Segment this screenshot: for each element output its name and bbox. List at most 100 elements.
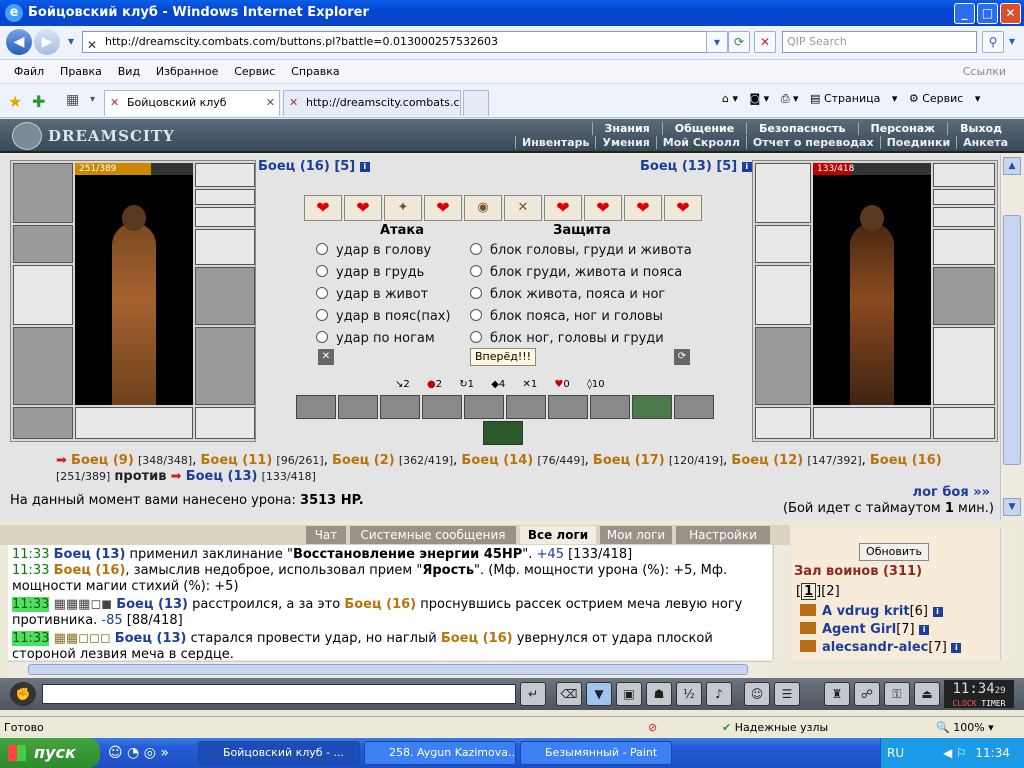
refresh-battle-icon[interactable]: ⟳	[674, 349, 690, 365]
radio-icon[interactable]	[316, 309, 328, 321]
menu-help[interactable]: Справка	[285, 60, 345, 84]
page-scrollbar[interactable]: ▲ ▼	[1000, 155, 1024, 520]
tab-my-logs[interactable]: Мои логи	[600, 526, 672, 544]
music-icon[interactable]: ♪	[706, 682, 732, 706]
print-icon[interactable]: ⎙ ▾	[781, 92, 799, 105]
info-icon[interactable]: i	[919, 624, 930, 635]
group-icon[interactable]: ☰	[774, 682, 800, 706]
opponent-name[interactable]: Боец (2)	[332, 453, 395, 468]
log-enemy[interactable]: Боец (16)	[441, 631, 513, 646]
log-user[interactable]: Боец (13)	[115, 631, 187, 646]
tray-icons[interactable]: ◀ ⚐	[943, 738, 967, 768]
chat-input[interactable]	[42, 684, 516, 704]
menu-tools[interactable]: Сервис	[228, 60, 281, 84]
target-name[interactable]: Боец (13)	[186, 469, 258, 484]
close-button[interactable]: ✕	[1000, 3, 1021, 24]
menu-edit[interactable]: Правка	[54, 60, 108, 84]
eraser-icon[interactable]: ⌫	[556, 682, 582, 706]
attack-head[interactable]: удар в голову	[316, 243, 431, 258]
page-menu[interactable]: ▤ Страница ▾	[810, 92, 897, 105]
nav-skills[interactable]: Умения	[595, 136, 655, 149]
nav-transfers[interactable]: Отчет о переводах	[745, 136, 880, 149]
tab-settings[interactable]: Настройки	[676, 526, 770, 544]
boots-slot[interactable]	[933, 407, 995, 439]
quick-tabs-icon[interactable]: ▦	[66, 92, 79, 108]
log-user[interactable]: Боец (13)	[116, 597, 188, 612]
task-aygun[interactable]: 258. Aygun Kazimova...	[364, 741, 516, 765]
refresh-button[interactable]: Обновить	[859, 543, 929, 561]
radio-icon[interactable]	[316, 265, 328, 277]
nav-knowledge[interactable]: Знания	[591, 122, 662, 135]
scroll-slots[interactable]	[813, 407, 931, 439]
rings-slot[interactable]	[933, 207, 995, 227]
nav-communication[interactable]: Общение	[661, 122, 746, 135]
block-head-chest-belly[interactable]: блок головы, груди и живота	[470, 243, 692, 258]
hands-icon[interactable]: ☍	[854, 682, 880, 706]
maximize-button[interactable]: □	[977, 3, 998, 24]
radio-icon[interactable]	[470, 309, 482, 321]
log-user[interactable]: Боец (16)	[54, 563, 126, 578]
page-link[interactable]: 2	[826, 584, 834, 599]
opponent-name[interactable]: Боец (17)	[593, 453, 665, 468]
home-icon[interactable]: ⌂ ▾	[722, 92, 738, 105]
heart-icon[interactable]: ❤	[664, 195, 702, 221]
skill-slot[interactable]	[422, 395, 462, 419]
radio-icon[interactable]	[470, 287, 482, 299]
helmet-slot[interactable]	[13, 163, 73, 223]
skill-slot[interactable]	[632, 395, 672, 419]
legs-slot[interactable]	[195, 327, 255, 405]
warrior-name[interactable]: A vdrug krit	[822, 604, 910, 619]
filter-icon[interactable]: ▼	[586, 682, 612, 706]
skill-slot[interactable]	[338, 395, 378, 419]
opponent-name[interactable]: Боец (12)	[731, 453, 803, 468]
scroll-thumb[interactable]	[1003, 215, 1021, 465]
links-label[interactable]: Ссылки	[963, 60, 1006, 84]
nav-character[interactable]: Персонаж	[857, 122, 948, 135]
chat-scrollbar[interactable]	[773, 545, 789, 660]
info-icon[interactable]: i	[951, 642, 962, 653]
hscroll-thumb[interactable]	[28, 664, 748, 675]
stop-icon[interactable]: ✕	[754, 31, 776, 53]
block-chest-belly-waist[interactable]: блок груди, живота и пояса	[470, 265, 682, 280]
add-favorite-icon[interactable]: ✚	[32, 92, 45, 111]
info-icon[interactable]: i	[741, 161, 752, 172]
skill-slot[interactable]	[506, 395, 546, 419]
tab-dreamscity[interactable]: ✕ http://dreamscity.combats.c...	[283, 90, 461, 116]
fist-icon[interactable]: ✊	[10, 682, 36, 706]
skill-slot[interactable]	[464, 395, 504, 419]
tab-close-icon[interactable]: ✕	[266, 91, 275, 115]
bracers-slot[interactable]	[13, 225, 73, 263]
opponent-name[interactable]: Боец (14)	[461, 453, 533, 468]
amulet-slot[interactable]	[933, 163, 995, 187]
cross-icon[interactable]: ✕	[504, 195, 542, 221]
right-fighter-name[interactable]: Боец (13) [5] i	[640, 159, 752, 174]
gloves-slot[interactable]	[933, 229, 995, 265]
warrior-row[interactable]: A vdrug krit[6] i	[800, 604, 943, 619]
start-button[interactable]: пуск	[0, 738, 100, 768]
skill-slot[interactable]	[590, 395, 630, 419]
log-enemy[interactable]: Боец (16)	[344, 597, 416, 612]
warrior-row[interactable]: alecsandr-alec[7] i	[800, 640, 962, 655]
skill-slot[interactable]	[674, 395, 714, 419]
url-input[interactable]: ✕ http://dreamscity.combats.com/buttons.…	[82, 31, 722, 53]
warrior-name[interactable]: alecsandr-alec	[822, 640, 928, 655]
url-dropdown[interactable]: ▾	[706, 31, 728, 53]
nav-my-scroll[interactable]: Мой Скролл	[655, 136, 746, 149]
spell-icon[interactable]: ✦	[384, 195, 422, 221]
heart-icon[interactable]: ❤	[424, 195, 462, 221]
rss-icon[interactable]: ◙ ▾	[750, 92, 770, 105]
info-icon[interactable]: i	[932, 606, 943, 617]
search-dropdown[interactable]: ▾	[1004, 31, 1020, 53]
radio-icon[interactable]	[316, 287, 328, 299]
warriors-scrollbar[interactable]	[1000, 528, 1016, 660]
service-menu[interactable]: ⚙ Сервис ▾	[909, 92, 981, 105]
heart-icon[interactable]: ❤	[304, 195, 342, 221]
heart-icon[interactable]: ❤	[584, 195, 622, 221]
radio-icon[interactable]	[316, 331, 328, 343]
tab-chat[interactable]: Чат	[306, 526, 346, 544]
radio-icon[interactable]	[470, 243, 482, 255]
new-tab-button[interactable]	[463, 90, 489, 116]
block-waist-legs-head[interactable]: блок пояса, ног и головы	[470, 309, 663, 324]
warrior-row[interactable]: Agent Girl[7] i	[800, 622, 930, 637]
search-icon[interactable]: ⚲	[982, 31, 1004, 53]
